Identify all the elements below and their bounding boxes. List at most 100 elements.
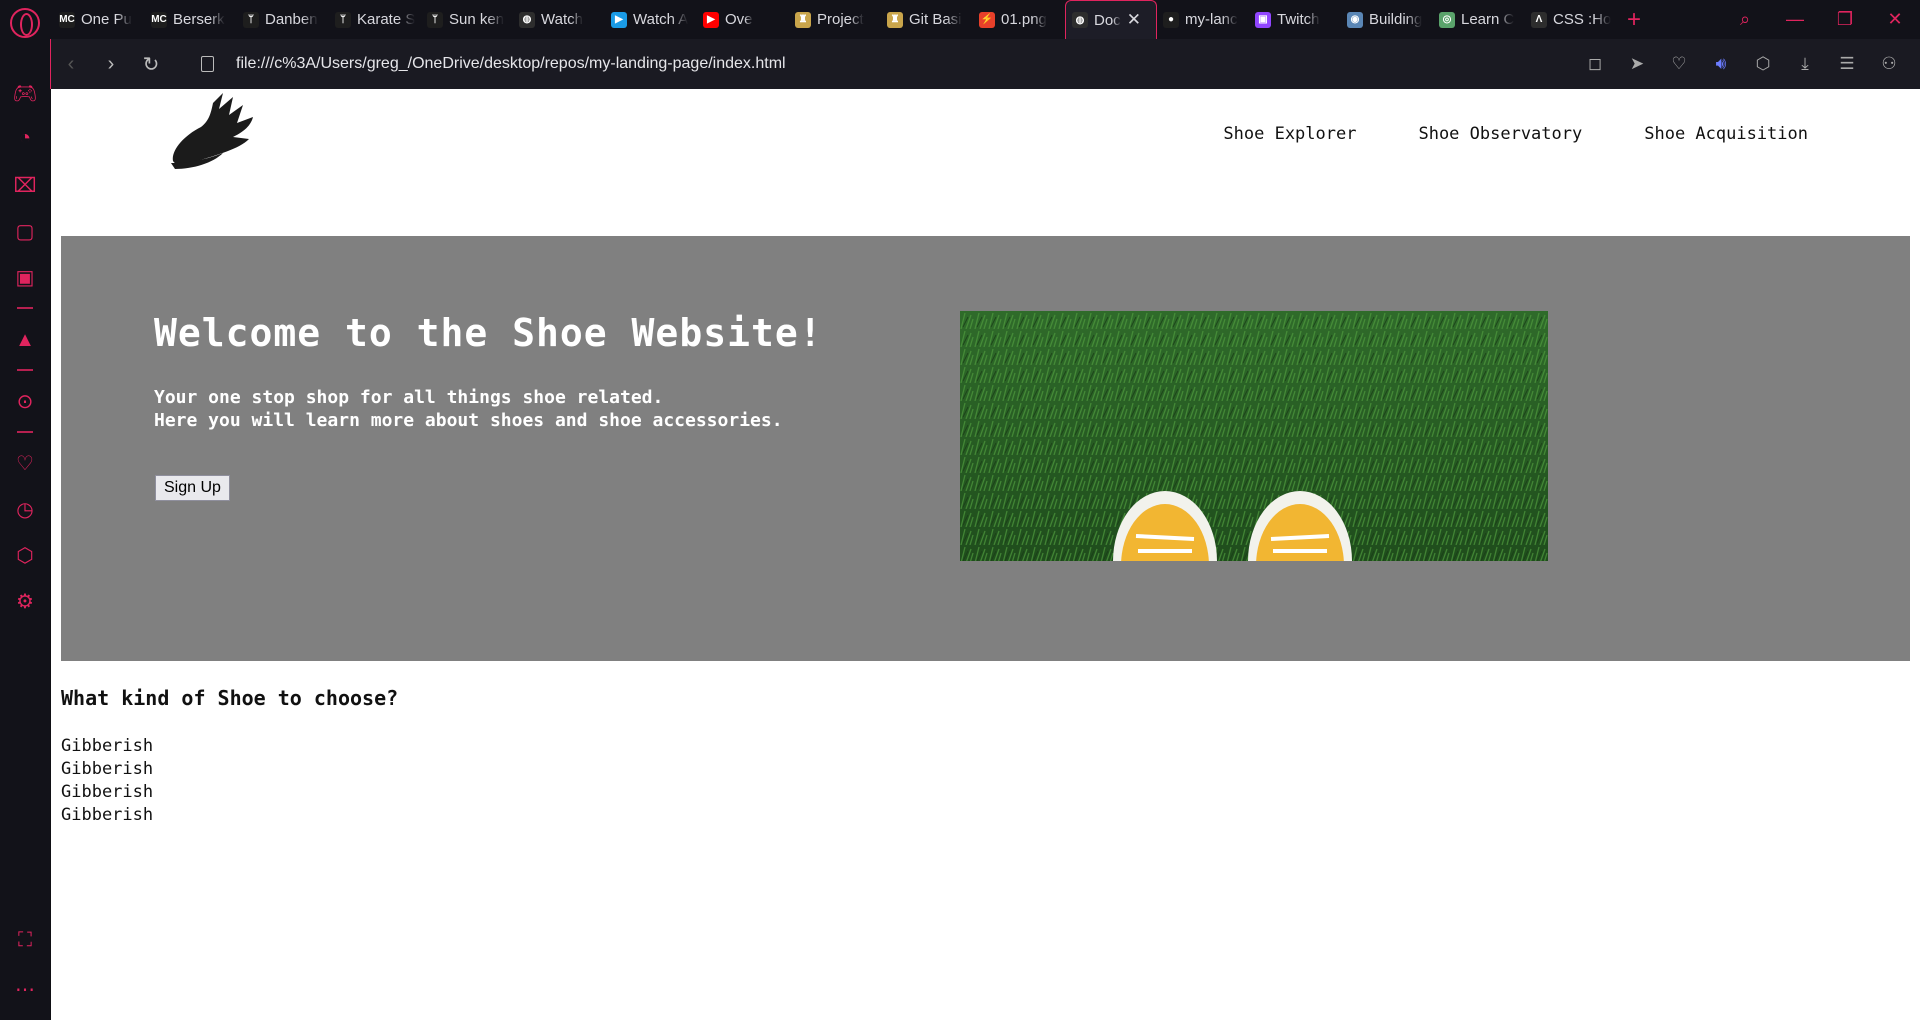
browser-tab[interactable]: ♜ Project: [789, 0, 881, 39]
site-logo[interactable]: [163, 91, 263, 187]
branch-icon: ᛘ: [243, 11, 259, 28]
download-icon[interactable]: ⤓: [1784, 54, 1826, 74]
odin-icon: ♜: [887, 11, 903, 28]
tab-title: Watch A: [633, 11, 689, 28]
browser-tab[interactable]: ᛘ Sun ken: [421, 0, 513, 39]
tab-title: 01.png: [1001, 11, 1047, 28]
site-nav: Shoe Explorer Shoe Observatory Shoe Acqu…: [1223, 124, 1808, 144]
browser-tab[interactable]: ⚡ 01.png: [973, 0, 1065, 39]
browser-tab[interactable]: ● my-lanc: [1157, 0, 1249, 39]
extensions-cube-icon[interactable]: ⬡: [1742, 54, 1784, 74]
close-window-button[interactable]: ✕: [1870, 9, 1920, 30]
tab-title: Watch: [541, 11, 583, 28]
browser-tab[interactable]: MC Berserk: [145, 0, 237, 39]
minimize-button[interactable]: —: [1770, 9, 1820, 30]
heart-icon[interactable]: ♡: [0, 451, 50, 476]
tab-title: Karate S: [357, 11, 416, 28]
close-tab-icon[interactable]: ✕: [1127, 10, 1141, 30]
sidebar-divider: [17, 307, 33, 309]
twitch-icon: ▣: [1255, 11, 1271, 28]
restore-button[interactable]: ❐: [1820, 9, 1870, 30]
cube-icon[interactable]: ⬡: [0, 543, 50, 568]
browser-sidebar: 🎮︎ ◔ ⌧ ▢ ▣ ▲ ⊙ ♡ ◷ ⬡ ⚙ ⛶ ⋯: [0, 39, 50, 1020]
youtube-icon: ▶: [703, 11, 719, 28]
browser-tab[interactable]: ◉ Building: [1341, 0, 1433, 39]
opera-menu-icon[interactable]: [10, 8, 40, 38]
tab-title: Project: [817, 11, 864, 28]
back-button[interactable]: ‹: [51, 53, 91, 76]
browser-tab[interactable]: ᛘ Karate S: [329, 0, 421, 39]
list-item: Gibberish: [61, 805, 154, 825]
aria-icon[interactable]: ▲: [0, 329, 50, 352]
url-text: file:///c%3A/Users/greg_/OneDrive/deskto…: [236, 55, 786, 72]
address-bar: ‹ › ↻ file:///c%3A/Users/greg_/OneDrive/…: [50, 39, 1920, 89]
player-icon[interactable]: ⊙: [0, 389, 50, 414]
browser-tab[interactable]: MC One Pu: [53, 0, 145, 39]
browser-tab[interactable]: ◍ Doc ✕: [1065, 0, 1157, 39]
tab-title: Berserk: [173, 11, 225, 28]
gamepad-icon[interactable]: 🎮︎: [0, 81, 50, 106]
web-page: Shoe Explorer Shoe Observatory Shoe Acqu…: [51, 89, 1920, 1020]
account-icon[interactable]: ⚇: [1868, 54, 1910, 74]
tab-strip: MC One Pu MC Berserk ᛘ Danben ᛘ Karate S ᛘ Sun ke…: [53, 0, 1641, 39]
list-item: Gibberish: [61, 736, 154, 756]
tab-title: Doc: [1094, 11, 1121, 29]
nav-shoe-explorer[interactable]: Shoe Explorer: [1223, 124, 1356, 144]
chip-icon[interactable]: ▣: [0, 265, 50, 290]
tab-title: Building: [1369, 11, 1423, 28]
hero-image-shoes-on-grass: [960, 311, 1548, 561]
browser-tab[interactable]: ▶ Watch A: [605, 0, 697, 39]
new-tab-button[interactable]: +: [1627, 0, 1641, 39]
tab-title: One Pu: [81, 11, 132, 28]
tab-title: Learn C: [1461, 11, 1515, 28]
reload-button[interactable]: ↻: [131, 52, 171, 77]
list-item: Gibberish: [61, 782, 154, 802]
list-item: Gibberish: [61, 759, 154, 779]
browser-tab[interactable]: ◎ Learn C: [1433, 0, 1525, 39]
tab-title: Danben: [265, 11, 318, 28]
easy-setup-icon[interactable]: ☰: [1826, 54, 1868, 74]
browser-tab[interactable]: ♜ Git Basi: [881, 0, 973, 39]
sidebar-divider: [17, 369, 33, 371]
gibberish-list: Gibberish Gibberish Gibberish Gibberish: [61, 735, 153, 827]
tab-title: Git Basi: [909, 11, 962, 28]
freecodecamp-icon: ◎: [1439, 11, 1455, 28]
browser-tab[interactable]: ᛘ Danben: [237, 0, 329, 39]
branch-icon: ᛘ: [427, 11, 443, 28]
url-field[interactable]: file:///c%3A/Users/greg_/OneDrive/deskto…: [201, 55, 786, 73]
page-icon: [201, 56, 214, 72]
bookmark-heart-icon[interactable]: ♡: [1658, 54, 1700, 74]
nav-shoe-acquisition[interactable]: Shoe Acquisition: [1644, 124, 1808, 144]
window-controls: ⌕ — ❐ ✕: [1720, 0, 1920, 39]
globe-icon: ◍: [1072, 12, 1088, 28]
sign-up-button[interactable]: Sign Up: [155, 475, 230, 501]
branch-icon: ᛘ: [335, 11, 351, 28]
more-icon[interactable]: ⋯: [0, 977, 50, 1002]
speaker-icon[interactable]: 🔊︎: [1700, 54, 1742, 74]
bag-icon[interactable]: ⌧: [0, 173, 50, 198]
tab-title: my-lanc: [1185, 11, 1238, 28]
sidebar-divider: [17, 431, 33, 433]
nav-shoe-observatory[interactable]: Shoe Observatory: [1418, 124, 1582, 144]
history-clock-icon[interactable]: ◷: [0, 497, 50, 522]
hero-section: Welcome to the Shoe Website! Your one st…: [61, 236, 1910, 661]
browser-tab[interactable]: Λ CSS :Ho: [1525, 0, 1617, 39]
browser-tab[interactable]: ▶ Ove: [697, 0, 789, 39]
settings-gear-icon[interactable]: ⚙: [0, 589, 50, 614]
browser-tab[interactable]: ◍ Watch: [513, 0, 605, 39]
bolt-icon: ⚡: [979, 11, 995, 28]
browser-tab[interactable]: ▣ Twitch: [1249, 0, 1341, 39]
planet-icon: ◉: [1347, 11, 1363, 28]
hero-line-2: Here you will learn more about shoes and…: [154, 410, 783, 431]
gallery-icon[interactable]: ⛶: [0, 929, 50, 952]
address-bar-actions: ◻ ➤ ♡ 🔊︎ ⬡ ⤓ ☰ ⚇: [1574, 39, 1910, 89]
snapshot-icon[interactable]: ◻: [1574, 54, 1616, 74]
speed-dial-icon[interactable]: ◔: [0, 127, 50, 150]
twitch-sidebar-icon[interactable]: ▢: [0, 219, 50, 244]
forward-button[interactable]: ›: [91, 53, 131, 76]
search-tabs-icon[interactable]: ⌕: [1720, 9, 1770, 30]
tab-title: Sun ken: [449, 11, 505, 28]
mc-icon: MC: [59, 11, 75, 28]
send-icon[interactable]: ➤: [1616, 54, 1658, 74]
odin-icon: ♜: [795, 11, 811, 28]
